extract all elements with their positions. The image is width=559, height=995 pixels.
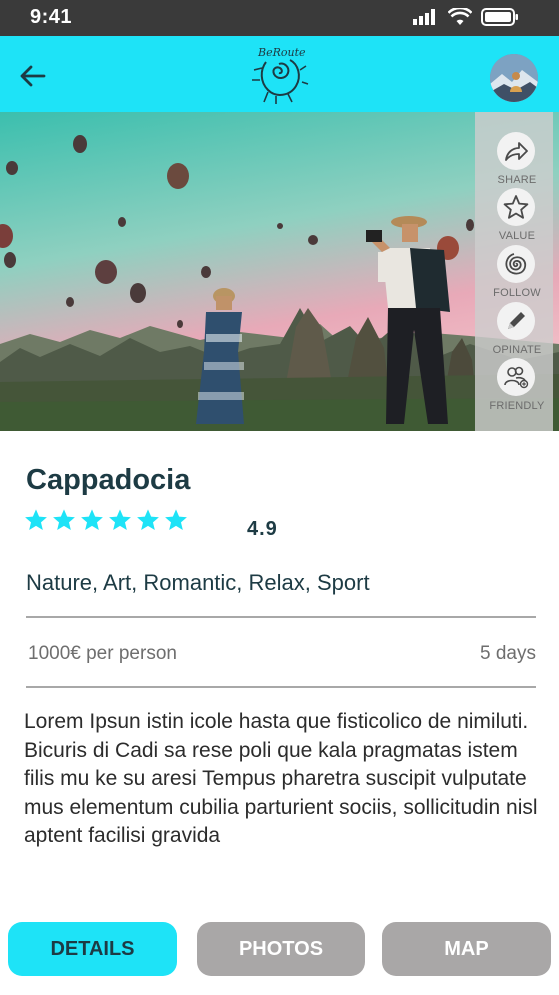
- avatar[interactable]: [490, 54, 538, 102]
- back-button[interactable]: [14, 58, 50, 94]
- star-filled-icon: [165, 509, 187, 531]
- star-filled-icon: [25, 509, 47, 531]
- logo: BeRoute: [246, 40, 312, 106]
- star-filled-icon: [53, 509, 75, 531]
- spiral-icon: [505, 253, 527, 275]
- pencil-icon: [508, 312, 525, 329]
- duration-text: 5 days: [480, 643, 536, 664]
- people-add-icon: [504, 366, 529, 389]
- friendly-label: FRIENDLY: [489, 400, 545, 412]
- logo-icon: BeRoute: [252, 46, 309, 104]
- follow-label: FOLLOW: [493, 287, 541, 299]
- share-label: SHARE: [497, 174, 537, 186]
- status-time: 9:41: [30, 6, 73, 28]
- friendly-action[interactable]: FRIENDLY: [475, 358, 553, 414]
- star-filled-icon: [81, 509, 103, 531]
- star-rating: [24, 508, 188, 532]
- share-button[interactable]: [497, 132, 535, 170]
- star-filled-icon: [137, 509, 159, 531]
- opinate-label: OPINATE: [492, 344, 542, 356]
- star-outline-icon: [503, 195, 529, 219]
- value-label: VALUE: [498, 230, 536, 242]
- tab-details[interactable]: DETAILS: [8, 922, 177, 976]
- value-button[interactable]: [497, 188, 535, 226]
- place-tags: Nature, Art, Romantic, Relax, Sport: [26, 570, 370, 595]
- opinate-button[interactable]: [497, 302, 535, 340]
- tab-photos[interactable]: PHOTOS: [197, 922, 365, 976]
- action-panel: SHARE VALUE FOLLOW OPINATE FRIENDLY: [475, 112, 553, 431]
- rating-value: 4.9: [247, 518, 278, 540]
- arrow-left-icon: [20, 65, 46, 87]
- app-header: BeRoute: [0, 36, 559, 112]
- place-title: Cappadocia: [26, 464, 191, 496]
- star-filled-icon: [109, 509, 131, 531]
- share-action[interactable]: SHARE: [475, 132, 553, 188]
- tab-map[interactable]: MAP: [382, 922, 551, 976]
- signal-icon: [413, 9, 435, 25]
- friendly-button[interactable]: [497, 358, 535, 396]
- value-action[interactable]: VALUE: [475, 188, 553, 244]
- divider-top: [26, 616, 536, 618]
- share-arrow-icon: [505, 142, 528, 161]
- divider-bottom: [26, 686, 536, 688]
- wifi-icon: [448, 8, 472, 25]
- opinate-action[interactable]: OPINATE: [475, 302, 553, 358]
- avatar-icon: [490, 54, 538, 102]
- status-bar: 9:41: [0, 0, 559, 36]
- follow-button[interactable]: [497, 245, 535, 283]
- follow-action[interactable]: FOLLOW: [475, 245, 553, 301]
- price-text: 1000€ per person: [28, 643, 177, 664]
- hero-image: SHARE VALUE FOLLOW OPINATE FRIENDLY: [0, 112, 559, 431]
- status-icons: [413, 8, 519, 26]
- place-description: Lorem Ipsun istin icole hasta que fistic…: [24, 710, 538, 847]
- svg-text:BeRoute: BeRoute: [257, 46, 306, 59]
- battery-icon: [481, 8, 518, 26]
